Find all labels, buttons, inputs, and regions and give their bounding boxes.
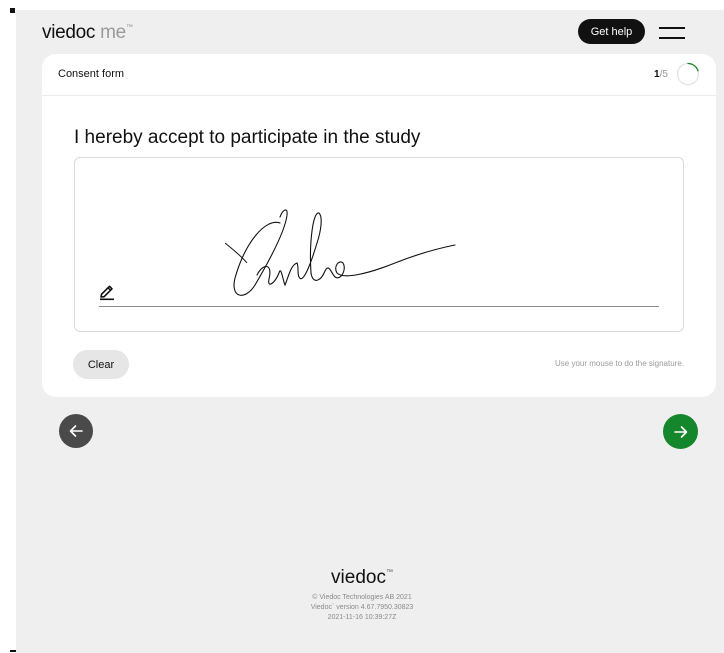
app-container: viedoc me™ Get help Consent form 1/5 I he… (16, 10, 724, 653)
footer-logo: viedoc™ (0, 567, 724, 589)
question-text: I hereby accept to participate in the st… (74, 127, 421, 148)
signature-baseline (99, 306, 659, 307)
footer-version: Viedoc` version 4.67.7950.30823 (310, 604, 414, 611)
clear-signature-button[interactable]: Clear (73, 350, 129, 379)
corner-mark (10, 8, 15, 13)
arrow-left-icon (69, 425, 83, 437)
hamburger-menu-icon[interactable] (659, 24, 685, 40)
brand-main: viedoc (42, 22, 96, 43)
footer-logo-text: viedoc (331, 567, 386, 588)
pen-icon (100, 285, 114, 301)
progress-counter: 1/5 (654, 69, 668, 80)
next-button[interactable] (663, 414, 698, 449)
header: viedoc me™ Get help (16, 10, 724, 54)
consent-card: Consent form 1/5 I hereby accept to part… (42, 54, 716, 397)
brand-logo: viedoc me™ (42, 22, 133, 44)
footer-timestamp: 2021-11-16 10:39:27Z (327, 614, 397, 621)
progress-total: /5 (659, 69, 668, 80)
brand-sub: me (100, 22, 126, 43)
back-button[interactable] (59, 414, 93, 448)
form-title: Consent form (58, 68, 125, 80)
progress-ring-icon (676, 62, 700, 86)
card-header: Consent form 1/5 (42, 54, 716, 96)
get-help-button[interactable]: Get help (578, 19, 645, 44)
signature-hint: Use your mouse to do the signature. (555, 359, 684, 368)
brand-trademark: ™ (125, 24, 133, 31)
arrow-right-icon (673, 425, 687, 438)
signature-drawing (225, 209, 456, 296)
footer-trademark: ™ (385, 569, 393, 576)
footer-copyright: © Viedoc Technologies AB 2021 (312, 594, 412, 601)
signature-pad[interactable] (74, 157, 684, 332)
